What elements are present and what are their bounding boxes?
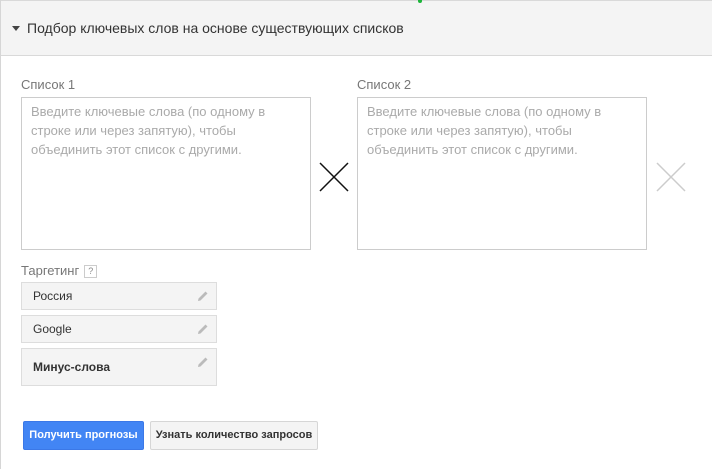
targeting-negative-label: Минус-слова — [33, 360, 111, 374]
targeting-label-text: Таргетинг — [21, 263, 80, 278]
caret-down-icon[interactable] — [12, 26, 20, 31]
multiply-icon-disabled — [656, 162, 686, 192]
multiply-icon — [319, 162, 349, 192]
list-2-input[interactable] — [357, 97, 647, 250]
targeting-network-label: Google — [33, 322, 72, 336]
pencil-icon[interactable] — [196, 322, 210, 336]
list-2-label: Список 2 — [357, 77, 412, 92]
targeting-network[interactable]: Google — [21, 315, 217, 343]
pencil-icon[interactable] — [196, 355, 210, 369]
targeting-label: Таргетинг? — [21, 263, 98, 278]
get-search-volume-button[interactable]: Узнать количество запросов — [150, 421, 318, 450]
section-title: Подбор ключевых слов на основе существую… — [27, 20, 404, 36]
targeting-location-label: Россия — [33, 289, 73, 303]
list-1-label: Список 1 — [21, 77, 76, 92]
list-1-input[interactable] — [21, 97, 311, 250]
help-icon[interactable]: ? — [84, 265, 98, 278]
pencil-icon[interactable] — [196, 289, 210, 303]
section-header[interactable]: Подбор ключевых слов на основе существую… — [1, 0, 712, 56]
targeting-negative-keywords[interactable]: Минус-слова — [21, 348, 217, 386]
get-forecasts-button[interactable]: Получить прогнозы — [23, 421, 144, 450]
targeting-location[interactable]: Россия — [21, 282, 217, 310]
